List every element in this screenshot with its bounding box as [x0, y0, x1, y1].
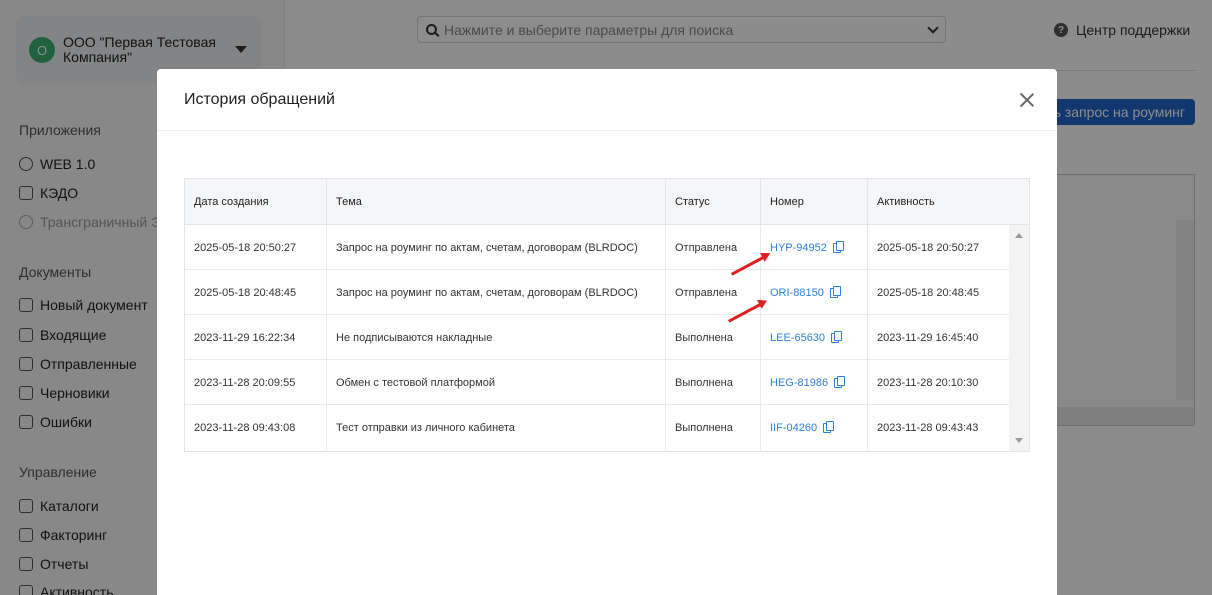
modal-title: История обращений	[184, 90, 335, 108]
cell-number: IIF-04260	[761, 405, 868, 450]
cell-activity: 2025-05-18 20:50:27	[877, 241, 980, 254]
column-number[interactable]: Номер	[761, 179, 868, 225]
copy-icon[interactable]	[823, 420, 835, 433]
cell-number: HYP-94952	[761, 225, 868, 270]
cell-created: 2023-11-29 16:22:34	[185, 315, 327, 360]
cell-created: 2025-05-18 20:48:45	[185, 270, 327, 315]
cell-number: LEE-65630	[761, 315, 868, 360]
request-number-link[interactable]: ORI-88150	[770, 287, 824, 299]
cell-topic: Запрос на роуминг по актам, счетам, дого…	[327, 225, 666, 270]
cell-number: ORI-88150	[761, 270, 868, 315]
cell-topic: Тест отправки из личного кабинета	[327, 405, 666, 450]
table-row[interactable]: 2023-11-29 16:22:34 Не подписываются нак…	[185, 315, 1009, 360]
cell-status: Выполнена	[666, 315, 761, 360]
request-number-link[interactable]: LEE-65630	[770, 332, 825, 344]
cell-status: Выполнена	[666, 405, 761, 450]
close-icon[interactable]	[1020, 93, 1034, 107]
cell-status: Выполнена	[666, 360, 761, 405]
request-number-link[interactable]: HEG-81986	[770, 377, 828, 389]
history-modal: История обращений Дата создания Тема Ста…	[157, 69, 1057, 595]
cell-activity: 2023-11-28 09:43:43	[877, 421, 979, 434]
column-status[interactable]: Статус	[666, 179, 761, 225]
cell-created: 2023-11-28 09:43:08	[185, 405, 327, 450]
cell-activity: 2025-05-18 20:48:45	[877, 286, 980, 299]
cell-topic: Обмен с тестовой платформой	[327, 360, 666, 405]
cell-activity: 2023-11-29 16:45:40	[877, 331, 979, 344]
column-created[interactable]: Дата создания	[185, 179, 327, 225]
request-number-link[interactable]: HYP-94952	[770, 242, 827, 254]
table-row[interactable]: 2025-05-18 20:48:45 Запрос на роуминг по…	[185, 270, 1009, 315]
cell-activity: 2023-11-28 20:10:30	[877, 376, 979, 389]
requests-table: Дата создания Тема Статус Номер Активнос…	[184, 178, 1030, 452]
table-row[interactable]: 2025-05-18 20:50:27 Запрос на роуминг по…	[185, 225, 1009, 270]
cell-created: 2023-11-28 20:09:55	[185, 360, 327, 405]
copy-icon[interactable]	[831, 330, 843, 343]
column-topic[interactable]: Тема	[327, 179, 666, 225]
table-header: Дата создания Тема Статус Номер Активнос…	[185, 179, 1029, 225]
modal-header: История обращений	[157, 69, 1057, 131]
copy-icon[interactable]	[829, 285, 841, 298]
cell-created: 2025-05-18 20:50:27	[185, 225, 327, 270]
table-row[interactable]: 2023-11-28 20:09:55 Обмен с тестовой пла…	[185, 360, 1009, 405]
copy-icon[interactable]	[834, 375, 846, 388]
scroll-up-icon[interactable]	[1015, 233, 1023, 238]
cell-topic: Запрос на роуминг по актам, счетам, дого…	[327, 270, 666, 315]
request-number-link[interactable]: IIF-04260	[770, 422, 817, 434]
scroll-down-icon[interactable]	[1015, 438, 1023, 443]
cell-topic: Не подписываются накладные	[327, 315, 666, 360]
copy-icon[interactable]	[832, 240, 844, 253]
table-row[interactable]: 2023-11-28 09:43:08 Тест отправки из лич…	[185, 405, 1009, 450]
table-scrollbar[interactable]	[1009, 225, 1029, 451]
cell-number: HEG-81986	[761, 360, 868, 405]
cell-status: Отправлена	[666, 270, 761, 315]
column-activity[interactable]: Активность	[868, 179, 1029, 225]
